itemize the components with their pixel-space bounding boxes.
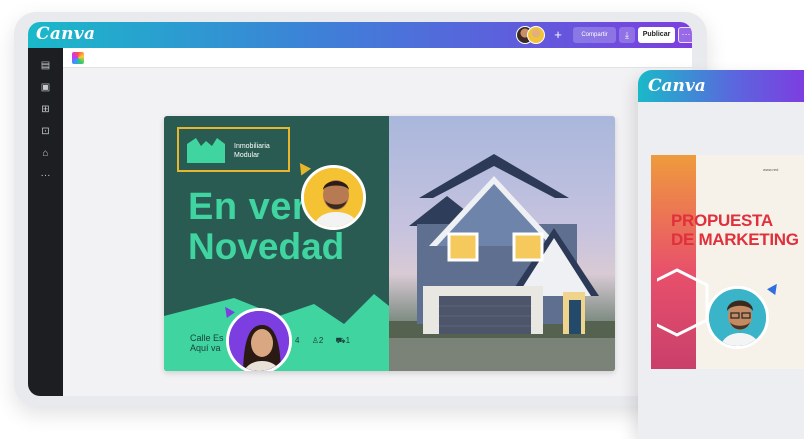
amenity-bedrooms: 4 [295,336,300,345]
phone-device: Canva www.red PROPUESTA DE MARKETING [638,70,804,439]
elements-icon[interactable]: ⊞ [37,101,54,118]
collaborator-cursor-icon [767,281,781,295]
proposal-title-line-2[interactable]: DE MARKETING [671,230,799,250]
house-photo[interactable] [389,116,615,371]
house-logo-icon [187,138,225,163]
publish-button[interactable]: Publicar [638,27,675,43]
house-illustration [389,154,615,371]
marketing-proposal-design[interactable]: www.red PROPUESTA DE MARKETING [651,155,804,369]
color-picker-icon[interactable] [72,52,84,64]
man-portrait [709,289,766,346]
design-text-panel[interactable]: Inmobiliaria Modular En ver Novedad Call… [164,116,389,371]
editor-sidebar: ▤ ▣ ⊞ ⊡ ⌂ ··· [28,48,63,396]
share-button[interactable]: Compartir [573,27,616,43]
more-apps-icon[interactable]: ··· [37,167,54,184]
headline-line-2[interactable]: Novedad [188,226,344,268]
phone-topbar: Canva [638,70,804,102]
brand-name: Inmobiliaria Modular [234,143,270,159]
car-icon: ⛟ [335,336,346,345]
man-portrait [304,168,363,227]
more-options-button[interactable]: ··· [678,27,692,43]
editor-toolbar [63,48,692,68]
card-note: www.red [763,167,779,172]
collaborator-avatar-man [706,286,769,349]
address-text[interactable]: Calle Es Aquí va [190,333,224,353]
proposal-title-line-1[interactable]: PROPUESTA [671,211,773,231]
collaborator-cursor-icon [294,159,312,176]
templates-icon[interactable]: ▤ [37,57,54,74]
headline-line-1[interactable]: En ver [188,186,307,229]
tablet-device: Canva + Compartir ⤓ Publicar ··· ▤ ▣ ⊞ ⊡… [14,12,707,406]
address-line-1: Calle Es [190,333,224,343]
download-icon[interactable]: ⤓ [619,27,635,43]
avatar[interactable] [527,26,545,44]
bath-icon: ♙ [311,336,319,345]
woman-portrait [229,311,289,371]
amenities-row: 4 ♙2 ⛟1 [295,336,360,348]
address-line-2: Aquí va [190,343,221,353]
collaborator-avatar-woman [226,308,292,371]
canva-logo[interactable]: Canva [648,76,706,96]
brand-logo-frame[interactable]: Inmobiliaria Modular [177,127,290,172]
uploads-icon[interactable]: ⊡ [37,123,54,140]
editor-topbar: Canva + Compartir ⤓ Publicar ··· [28,22,692,48]
canva-logo[interactable]: Canva [36,24,95,44]
amenity-parking: ⛟1 [335,336,351,345]
photos-icon[interactable]: ▣ [37,79,54,96]
brand-icon[interactable]: ⌂ [37,145,54,162]
amenity-bathrooms: ♙2 [311,336,324,345]
add-collaborator-button[interactable]: + [551,27,565,43]
editor-screen: Canva + Compartir ⤓ Publicar ··· ▤ ▣ ⊞ ⊡… [28,22,692,396]
collaborator-avatars[interactable] [516,26,556,44]
collaborator-avatar-man [301,165,366,230]
design-canvas[interactable]: Inmobiliaria Modular En ver Novedad Call… [164,116,615,371]
hero-stage: Canva + Compartir ⤓ Publicar ··· ▤ ▣ ⊞ ⊡… [0,0,804,439]
